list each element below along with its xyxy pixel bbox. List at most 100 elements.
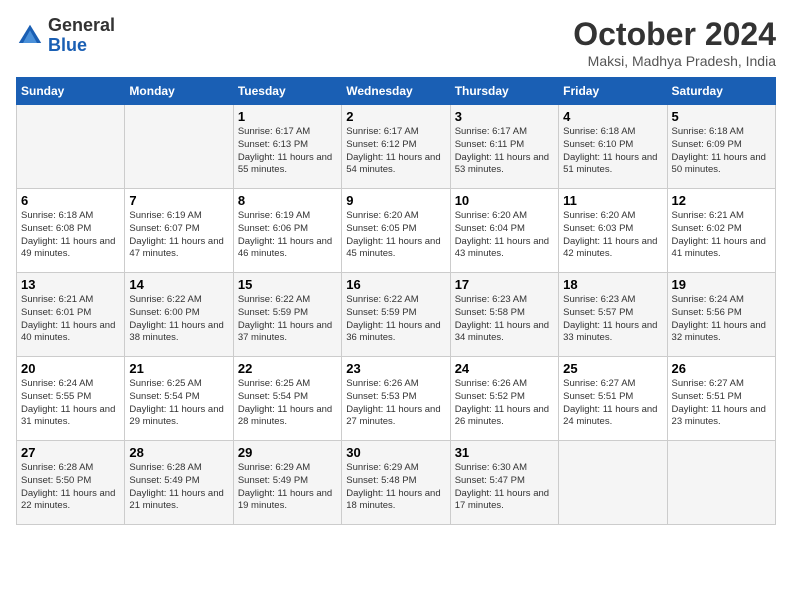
col-friday: Friday bbox=[559, 78, 667, 105]
location-subtitle: Maksi, Madhya Pradesh, India bbox=[573, 53, 776, 69]
day-number: 31 bbox=[455, 445, 554, 460]
calendar-cell: 18 Sunrise: 6:23 AM Sunset: 5:57 PM Dayli… bbox=[559, 273, 667, 357]
calendar-cell: 1 Sunrise: 6:17 AM Sunset: 6:13 PM Daylig… bbox=[233, 105, 341, 189]
day-info: Sunrise: 6:18 AM Sunset: 6:10 PM Dayligh… bbox=[563, 126, 662, 177]
day-number: 12 bbox=[672, 193, 771, 208]
day-info: Sunrise: 6:20 AM Sunset: 6:03 PM Dayligh… bbox=[563, 210, 662, 261]
calendar-cell: 9Sunrise: 6:20 AM Sunset: 6:05 PM Daylig… bbox=[342, 189, 450, 273]
day-info: Sunrise: 6:19 AM Sunset: 6:07 PM Dayligh… bbox=[129, 210, 228, 261]
page-header: General Blue October 2024 Maksi, Madhya … bbox=[16, 16, 776, 69]
calendar-week-row: 6 Sunrise: 6:18 AM Sunset: 6:08 PM Daylig… bbox=[17, 189, 776, 273]
day-number: 16 bbox=[346, 277, 445, 292]
calendar-cell: 21 Sunrise: 6:25 AM Sunset: 5:54 PM Dayli… bbox=[125, 357, 233, 441]
day-info: Sunrise: 6:23 AM Sunset: 5:58 PM Dayligh… bbox=[455, 294, 554, 345]
day-info: Sunrise: 6:24 AM Sunset: 5:56 PM Dayligh… bbox=[672, 294, 771, 345]
calendar-cell bbox=[667, 441, 775, 525]
day-info: Sunrise: 6:22 AM Sunset: 6:00 PM Dayligh… bbox=[129, 294, 228, 345]
col-thursday: Thursday bbox=[450, 78, 558, 105]
calendar-cell: 4 Sunrise: 6:18 AM Sunset: 6:10 PM Daylig… bbox=[559, 105, 667, 189]
calendar-cell: 7 Sunrise: 6:19 AM Sunset: 6:07 PM Daylig… bbox=[125, 189, 233, 273]
day-number: 8 bbox=[238, 193, 337, 208]
day-info: Sunrise: 6:21 AM Sunset: 6:02 PM Dayligh… bbox=[672, 210, 771, 261]
day-number: 18 bbox=[563, 277, 662, 292]
day-number: 17 bbox=[455, 277, 554, 292]
day-info: Sunrise: 6:21 AM Sunset: 6:01 PM Dayligh… bbox=[21, 294, 120, 345]
calendar-week-row: 27Sunrise: 6:28 AM Sunset: 5:50 PM Dayli… bbox=[17, 441, 776, 525]
day-info: Sunrise: 6:18 AM Sunset: 6:08 PM Dayligh… bbox=[21, 210, 120, 261]
day-number: 10 bbox=[455, 193, 554, 208]
day-info: Sunrise: 6:29 AM Sunset: 5:48 PM Dayligh… bbox=[346, 462, 445, 513]
calendar-cell: 15 Sunrise: 6:22 AM Sunset: 5:59 PM Dayli… bbox=[233, 273, 341, 357]
logo-text: General Blue bbox=[48, 16, 115, 56]
day-number: 29 bbox=[238, 445, 337, 460]
day-info: Sunrise: 6:25 AM Sunset: 5:54 PM Dayligh… bbox=[238, 378, 337, 429]
day-info: Sunrise: 6:17 AM Sunset: 6:11 PM Dayligh… bbox=[455, 126, 554, 177]
calendar-cell bbox=[17, 105, 125, 189]
day-info: Sunrise: 6:28 AM Sunset: 5:50 PM Dayligh… bbox=[21, 462, 120, 513]
day-info: Sunrise: 6:17 AM Sunset: 6:12 PM Dayligh… bbox=[346, 126, 445, 177]
day-info: Sunrise: 6:27 AM Sunset: 5:51 PM Dayligh… bbox=[672, 378, 771, 429]
day-number: 1 bbox=[238, 109, 337, 124]
calendar-cell: 26 Sunrise: 6:27 AM Sunset: 5:51 PM Dayli… bbox=[667, 357, 775, 441]
calendar-cell: 22 Sunrise: 6:25 AM Sunset: 5:54 PM Dayli… bbox=[233, 357, 341, 441]
calendar-cell: 19 Sunrise: 6:24 AM Sunset: 5:56 PM Dayli… bbox=[667, 273, 775, 357]
day-number: 4 bbox=[563, 109, 662, 124]
calendar-cell: 16Sunrise: 6:22 AM Sunset: 5:59 PM Dayli… bbox=[342, 273, 450, 357]
calendar-cell: 8Sunrise: 6:19 AM Sunset: 6:06 PM Daylig… bbox=[233, 189, 341, 273]
day-number: 7 bbox=[129, 193, 228, 208]
day-number: 6 bbox=[21, 193, 120, 208]
calendar-cell: 2 Sunrise: 6:17 AM Sunset: 6:12 PM Daylig… bbox=[342, 105, 450, 189]
day-number: 5 bbox=[672, 109, 771, 124]
calendar-header-row: Sunday Monday Tuesday Wednesday Thursday… bbox=[17, 78, 776, 105]
calendar-cell: 12 Sunrise: 6:21 AM Sunset: 6:02 PM Dayli… bbox=[667, 189, 775, 273]
calendar-cell: 17 Sunrise: 6:23 AM Sunset: 5:58 PM Dayli… bbox=[450, 273, 558, 357]
day-number: 30 bbox=[346, 445, 445, 460]
calendar-cell: 25 Sunrise: 6:27 AM Sunset: 5:51 PM Dayli… bbox=[559, 357, 667, 441]
day-number: 19 bbox=[672, 277, 771, 292]
day-info: Sunrise: 6:28 AM Sunset: 5:49 PM Dayligh… bbox=[129, 462, 228, 513]
day-info: Sunrise: 6:17 AM Sunset: 6:13 PM Dayligh… bbox=[238, 126, 337, 177]
title-block: October 2024 Maksi, Madhya Pradesh, Indi… bbox=[573, 16, 776, 69]
col-tuesday: Tuesday bbox=[233, 78, 341, 105]
calendar-cell: 28 Sunrise: 6:28 AM Sunset: 5:49 PM Dayli… bbox=[125, 441, 233, 525]
calendar-cell: 14 Sunrise: 6:22 AM Sunset: 6:00 PM Dayli… bbox=[125, 273, 233, 357]
calendar-cell: 6 Sunrise: 6:18 AM Sunset: 6:08 PM Daylig… bbox=[17, 189, 125, 273]
day-number: 25 bbox=[563, 361, 662, 376]
day-info: Sunrise: 6:25 AM Sunset: 5:54 PM Dayligh… bbox=[129, 378, 228, 429]
day-number: 20 bbox=[21, 361, 120, 376]
day-number: 23 bbox=[346, 361, 445, 376]
col-monday: Monday bbox=[125, 78, 233, 105]
day-number: 14 bbox=[129, 277, 228, 292]
calendar-week-row: 1 Sunrise: 6:17 AM Sunset: 6:13 PM Daylig… bbox=[17, 105, 776, 189]
col-wednesday: Wednesday bbox=[342, 78, 450, 105]
day-number: 11 bbox=[563, 193, 662, 208]
day-info: Sunrise: 6:20 AM Sunset: 6:05 PM Dayligh… bbox=[346, 210, 445, 261]
calendar-cell: 11 Sunrise: 6:20 AM Sunset: 6:03 PM Dayli… bbox=[559, 189, 667, 273]
calendar-cell: 31Sunrise: 6:30 AM Sunset: 5:47 PM Dayli… bbox=[450, 441, 558, 525]
day-info: Sunrise: 6:26 AM Sunset: 5:52 PM Dayligh… bbox=[455, 378, 554, 429]
day-info: Sunrise: 6:23 AM Sunset: 5:57 PM Dayligh… bbox=[563, 294, 662, 345]
day-number: 28 bbox=[129, 445, 228, 460]
calendar-cell: 29 Sunrise: 6:29 AM Sunset: 5:49 PM Dayli… bbox=[233, 441, 341, 525]
day-info: Sunrise: 6:20 AM Sunset: 6:04 PM Dayligh… bbox=[455, 210, 554, 261]
calendar-week-row: 20Sunrise: 6:24 AM Sunset: 5:55 PM Dayli… bbox=[17, 357, 776, 441]
day-number: 21 bbox=[129, 361, 228, 376]
calendar-cell: 30 Sunrise: 6:29 AM Sunset: 5:48 PM Dayli… bbox=[342, 441, 450, 525]
day-info: Sunrise: 6:22 AM Sunset: 5:59 PM Dayligh… bbox=[238, 294, 337, 345]
day-info: Sunrise: 6:18 AM Sunset: 6:09 PM Dayligh… bbox=[672, 126, 771, 177]
logo: General Blue bbox=[16, 16, 115, 56]
day-info: Sunrise: 6:29 AM Sunset: 5:49 PM Dayligh… bbox=[238, 462, 337, 513]
col-sunday: Sunday bbox=[17, 78, 125, 105]
calendar-week-row: 13 Sunrise: 6:21 AM Sunset: 6:01 PM Dayli… bbox=[17, 273, 776, 357]
calendar-cell bbox=[125, 105, 233, 189]
day-number: 13 bbox=[21, 277, 120, 292]
day-number: 15 bbox=[238, 277, 337, 292]
day-info: Sunrise: 6:27 AM Sunset: 5:51 PM Dayligh… bbox=[563, 378, 662, 429]
day-number: 22 bbox=[238, 361, 337, 376]
calendar-cell: 20Sunrise: 6:24 AM Sunset: 5:55 PM Dayli… bbox=[17, 357, 125, 441]
calendar-cell: 27Sunrise: 6:28 AM Sunset: 5:50 PM Dayli… bbox=[17, 441, 125, 525]
day-number: 26 bbox=[672, 361, 771, 376]
calendar-cell: 23Sunrise: 6:26 AM Sunset: 5:53 PM Dayli… bbox=[342, 357, 450, 441]
calendar-cell: 13 Sunrise: 6:21 AM Sunset: 6:01 PM Dayli… bbox=[17, 273, 125, 357]
day-number: 2 bbox=[346, 109, 445, 124]
